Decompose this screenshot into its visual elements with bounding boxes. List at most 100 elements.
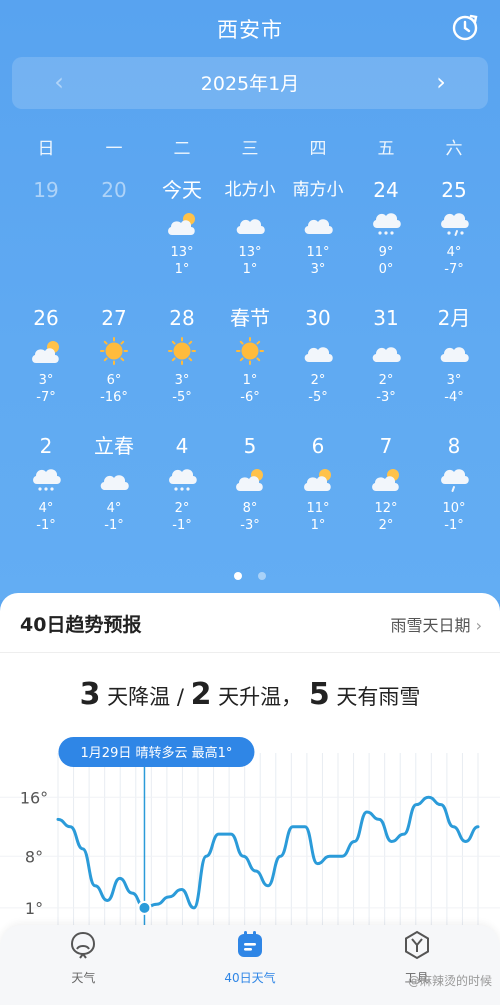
y-tick-label: 1°: [25, 899, 43, 918]
weekday-label: 三: [241, 139, 259, 159]
snow-icon: [169, 469, 197, 491]
high-temp: 13°: [170, 245, 194, 260]
cloudy-icon: [372, 347, 401, 362]
cloudy-icon: [236, 219, 265, 234]
high-temp: 4°: [446, 245, 462, 260]
sunny-icon: [100, 337, 128, 365]
low-temp: 0°: [378, 262, 394, 277]
day-label: 6: [311, 434, 325, 458]
snow-icon: [373, 213, 401, 235]
snow-icon: [33, 469, 61, 491]
weekday-label: 四: [309, 139, 327, 159]
page-dot-active[interactable]: [234, 572, 243, 580]
calendar-day-cell[interactable]: 南方小 11° 3°: [284, 176, 352, 304]
high-temp: 12°: [374, 501, 398, 516]
history-clock-icon[interactable]: [450, 13, 480, 43]
low-temp: -3°: [376, 390, 396, 405]
calendar-day-cell[interactable]: 20: [80, 176, 148, 304]
cooling-days-label: 天降温: [107, 685, 171, 709]
month-label[interactable]: 2025年1月: [12, 69, 488, 96]
high-temp: 10°: [442, 501, 466, 516]
calendar-day-cell[interactable]: 立春 4° -1°: [80, 432, 148, 560]
calendar-day-cell[interactable]: 27 6° -16°: [80, 304, 148, 432]
calendar-week-row: 19 20 今天 13° 1° 北方小 13° 1° 南方小 11° 3° 24 9° 0° 25 4° -7°: [12, 176, 488, 304]
calendar-tab-icon: [238, 931, 262, 957]
tools-tab-icon: [404, 930, 429, 960]
sunny-icon: [236, 337, 264, 365]
calendar-day-cell[interactable]: 6 11° 1°: [284, 432, 352, 560]
rain-icon: [441, 469, 469, 492]
y-tick-label: 16°: [20, 788, 48, 807]
low-temp: -1°: [36, 518, 56, 533]
month-selector: ‹ 2025年1月 ›: [12, 57, 488, 109]
high-temp: 8°: [242, 501, 258, 516]
page-indicator: [0, 565, 500, 584]
calendar-day-cell[interactable]: 5 8° -3°: [216, 432, 284, 560]
low-temp: -6°: [240, 390, 260, 405]
page-dot[interactable]: [257, 572, 266, 580]
partly-cloudy-icon: [372, 469, 399, 491]
high-temp: 2°: [378, 373, 394, 388]
day-label: 27: [101, 306, 127, 330]
calendar-day-cell[interactable]: 25 4° -7°: [420, 176, 488, 304]
weekday-header: 日 一 二 三 四 五 六: [12, 134, 488, 160]
partly-cloudy-icon: [32, 341, 59, 363]
bottom-tab-bar: 天气 40日天气 工具: [0, 925, 500, 1005]
calendar-week-row: 26 3° -7° 27 6° -16° 28 3° -5° 春节 1° -6° 30 2° -5° 31 2°…: [12, 304, 488, 432]
weekday-label: 二: [173, 139, 191, 159]
day-label: 北方小: [224, 180, 276, 200]
calendar-day-cell[interactable]: 今天 13° 1°: [148, 176, 216, 304]
calendar-day-cell[interactable]: 31 2° -3°: [352, 304, 420, 432]
high-temp: 3°: [446, 373, 462, 388]
tab-weather-label: 天气: [71, 971, 96, 985]
day-label: 25: [441, 178, 467, 202]
calendar-day-cell[interactable]: 2 4° -1°: [12, 432, 80, 560]
low-temp: 3°: [310, 262, 326, 277]
calendar-day-cell[interactable]: 28 3° -5°: [148, 304, 216, 432]
calendar-day-cell[interactable]: 7 12° 2°: [352, 432, 420, 560]
low-temp: -16°: [100, 390, 128, 405]
low-temp: -4°: [444, 390, 464, 405]
low-temp: -5°: [172, 390, 192, 405]
temperature-trend-chart[interactable]: 16° 8° 1° 1月29日 晴转多云 最高1°: [0, 735, 500, 930]
next-month-button[interactable]: ›: [426, 67, 456, 97]
low-temp: 1°: [242, 262, 258, 277]
tab-40day[interactable]: 40日天气: [167, 925, 334, 1005]
day-label: 7: [379, 434, 393, 458]
summary-separator: /: [176, 685, 184, 709]
calendar-day-cell[interactable]: 19: [12, 176, 80, 304]
tab-tools[interactable]: 工具: [333, 925, 500, 1005]
calendar-day-cell[interactable]: 24 9° 0°: [352, 176, 420, 304]
low-temp: -7°: [36, 390, 56, 405]
calendar-grid: 19 20 今天 13° 1° 北方小 13° 1° 南方小 11° 3° 24 9° 0° 25 4° -7°…: [12, 176, 488, 560]
city-title[interactable]: 西安市: [0, 14, 500, 44]
low-temp: -5°: [308, 390, 328, 405]
rain-snow-days-label: 雨雪天日期: [390, 616, 471, 635]
low-temp: 1°: [310, 518, 326, 533]
trend-title: 40日趋势预报: [20, 614, 142, 636]
trend-card-header: 40日趋势预报 雨雪天日期 ›: [0, 593, 500, 653]
calendar-day-cell[interactable]: 春节 1° -6°: [216, 304, 284, 432]
high-temp: 9°: [378, 245, 394, 260]
day-label: 2月: [437, 306, 471, 330]
tab-weather[interactable]: 天气: [0, 925, 167, 1005]
low-temp: -7°: [444, 262, 464, 277]
chevron-right-icon: ›: [475, 616, 482, 635]
high-temp: 6°: [106, 373, 122, 388]
calendar-day-cell[interactable]: 4 2° -1°: [148, 432, 216, 560]
high-temp: 13°: [238, 245, 262, 260]
cloudy-icon: [100, 475, 129, 490]
calendar-day-cell[interactable]: 北方小 13° 1°: [216, 176, 284, 304]
day-label: 今天: [162, 178, 202, 202]
rain-snow-days-link[interactable]: 雨雪天日期 ›: [390, 612, 482, 636]
tooltip-text: 1月29日 晴转多云 最高1°: [81, 745, 233, 761]
high-temp: 3°: [174, 373, 190, 388]
calendar-day-cell[interactable]: 26 3° -7°: [12, 304, 80, 432]
calendar-day-cell[interactable]: 2月 3° -4°: [420, 304, 488, 432]
partly-cloudy-icon: [236, 469, 263, 491]
precip-days-count: 5: [308, 677, 330, 712]
day-label: 4: [175, 434, 189, 458]
high-temp: 11°: [306, 245, 330, 260]
calendar-day-cell[interactable]: 8 10° -1°: [420, 432, 488, 560]
calendar-day-cell[interactable]: 30 2° -5°: [284, 304, 352, 432]
